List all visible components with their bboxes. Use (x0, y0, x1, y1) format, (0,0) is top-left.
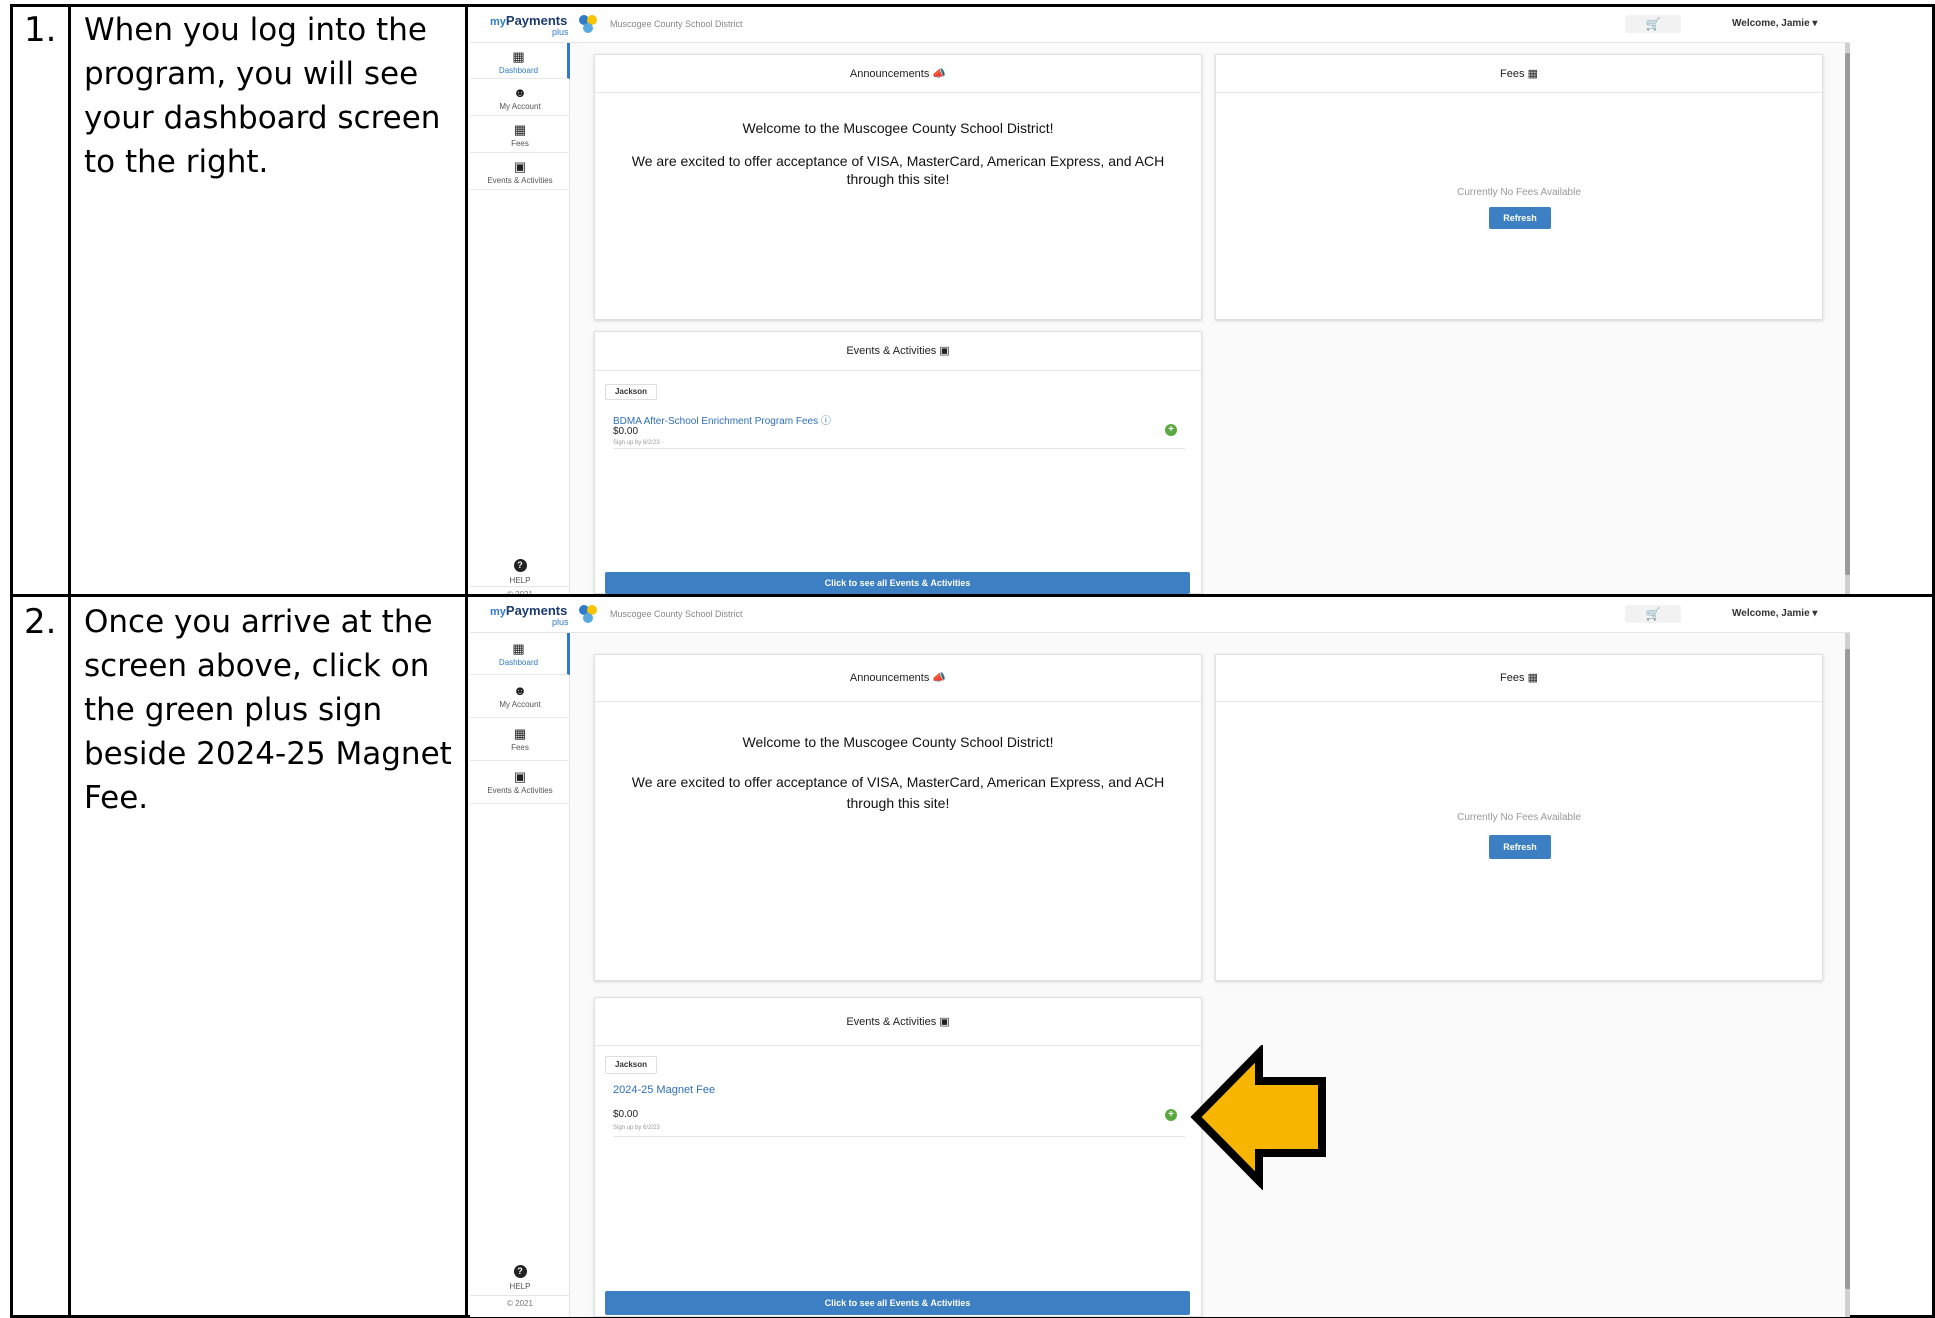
help-icon: ? (513, 559, 527, 572)
clipboard-icon: ▦ (513, 122, 527, 137)
announcements-header: Announcements 📣 (595, 55, 1201, 93)
step-2-number: 2. (24, 602, 57, 642)
step-2-text: Once you arrive at the screen above, cli… (84, 604, 452, 816)
top-bar: myPayments plus Muscogee County School Di… (470, 7, 1850, 43)
sidebar-item-events[interactable]: ▣ Events & Activities (470, 762, 570, 804)
fees-card: Fees ▦ Currently No Fees Available Refre… (1215, 654, 1823, 981)
see-all-events-button[interactable]: Click to see all Events & Activities (605, 572, 1190, 594)
announcement-welcome: Welcome to the Muscogee County School Di… (742, 120, 1054, 136)
event-price: $0.00 (613, 1109, 639, 1120)
event-signup-date: Sign up by 6/2/23 (613, 1125, 660, 1131)
announcements-card: Announcements 📣 Welcome to the Muscogee … (594, 654, 1202, 981)
user-icon: ☻ (513, 683, 527, 698)
cart-icon[interactable]: 🛒 (1625, 15, 1681, 33)
user-menu[interactable]: Welcome, Jamie ▾ (1732, 18, 1817, 29)
no-fees-message: Currently No Fees Available (1457, 812, 1581, 823)
user-icon: ☻ (513, 85, 527, 100)
district-name: Muscogee County School District (610, 609, 743, 619)
copyright: © 2021 (470, 1295, 570, 1308)
app-logo[interactable]: myPayments plus (490, 13, 569, 37)
ticket-icon: ▣ (513, 159, 527, 174)
fees-header: Fees ▦ (1216, 55, 1822, 93)
top-bar: myPayments plus Muscogee County School Di… (470, 597, 1850, 633)
dashboard-icon: ▦ (512, 49, 525, 64)
refresh-button[interactable]: Refresh (1489, 207, 1551, 229)
app-logo[interactable]: myPayments plus (490, 603, 569, 627)
student-tag[interactable]: Jackson (605, 384, 657, 400)
copyright: © 2021 (470, 586, 570, 594)
fees-header: Fees ▦ (1216, 655, 1822, 702)
clipboard-icon: ▦ (513, 726, 527, 741)
events-header: Events & Activities ▣ (595, 998, 1201, 1046)
megaphone-icon: 📣 (932, 68, 947, 80)
event-link[interactable]: 2024-25 Magnet Fee (613, 1084, 715, 1096)
sidebar-item-dashboard[interactable]: ▦ Dashboard (470, 633, 570, 675)
dashboard-screenshot-2: myPayments plus Muscogee County School Di… (470, 597, 1850, 1317)
events-card: Events & Activities ▣ Jackson 2024-25 Ma… (594, 997, 1202, 1317)
announcement-payment-info: We are excited to offer acceptance of VI… (631, 774, 1165, 811)
announcement-payment-info: We are excited to offer acceptance of VI… (631, 153, 1165, 187)
clipboard-icon: ▦ (1527, 68, 1538, 80)
sidebar-item-dashboard[interactable]: ▦ Dashboard (470, 43, 570, 79)
ticket-icon: ▣ (939, 345, 950, 357)
refresh-button[interactable]: Refresh (1489, 835, 1551, 859)
district-name: Muscogee County School District (610, 19, 743, 29)
sidebar-item-events[interactable]: ▣ Events & Activities (470, 154, 570, 190)
sidebar-item-fees[interactable]: ▦ Fees (470, 117, 570, 153)
event-price: $0.00 (613, 426, 639, 437)
event-divider (613, 1136, 1185, 1137)
student-tag[interactable]: Jackson (605, 1056, 657, 1074)
dashboard-screenshot-1: myPayments plus Muscogee County School Di… (470, 7, 1850, 594)
event-divider (613, 448, 1185, 449)
megaphone-icon: 📣 (932, 672, 947, 684)
announcements-header: Announcements 📣 (595, 655, 1201, 702)
add-event-button[interactable]: + (1165, 424, 1177, 436)
help-link[interactable]: ? HELP (470, 555, 570, 585)
announcement-welcome: Welcome to the Muscogee County School Di… (742, 734, 1054, 750)
dashboard-icon: ▦ (512, 641, 525, 656)
help-link[interactable]: ? HELP (470, 1261, 570, 1291)
sidebar-item-my-account[interactable]: ☻ My Account (470, 80, 570, 116)
pointer-arrow-icon (1190, 1045, 1326, 1190)
scrollbar-thumb[interactable] (1845, 53, 1850, 575)
cart-icon[interactable]: 🛒 (1625, 605, 1681, 623)
user-menu[interactable]: Welcome, Jamie ▾ (1732, 608, 1817, 619)
announcements-card: Announcements 📣 Welcome to the Muscogee … (594, 54, 1202, 320)
logo-mark-icon (579, 605, 597, 623)
add-event-button[interactable]: + (1165, 1109, 1177, 1121)
info-icon: ⓘ (820, 416, 831, 427)
scrollbar-thumb[interactable] (1845, 649, 1850, 1289)
help-icon: ? (513, 1265, 527, 1278)
event-signup-date: Sign up by 6/2/23 (613, 440, 660, 446)
clipboard-icon: ▦ (1527, 672, 1538, 684)
sidebar: ▦ Dashboard ☻ My Account ▦ Fees ▣ Events… (470, 43, 570, 594)
no-fees-message: Currently No Fees Available (1457, 187, 1581, 198)
events-card: Events & Activities ▣ Jackson BDMA After… (594, 331, 1202, 594)
column-divider-number (68, 4, 71, 1318)
sidebar: ▦ Dashboard ☻ My Account ▦ Fees ▣ Events… (470, 633, 570, 1317)
fees-card: Fees ▦ Currently No Fees Available Refre… (1215, 54, 1823, 320)
ticket-icon: ▣ (939, 1016, 950, 1028)
ticket-icon: ▣ (513, 769, 527, 784)
events-header: Events & Activities ▣ (595, 332, 1201, 371)
logo-mark-icon (579, 15, 597, 33)
step-1-number: 1. (24, 10, 57, 50)
sidebar-item-fees[interactable]: ▦ Fees (470, 719, 570, 761)
sidebar-item-my-account[interactable]: ☻ My Account (470, 676, 570, 718)
column-divider-screenshot (465, 4, 468, 1318)
event-link[interactable]: BDMA After-School Enrichment Program Fee… (613, 412, 831, 427)
step-1-text: When you log into the program, you will … (84, 12, 441, 180)
see-all-events-button[interactable]: Click to see all Events & Activities (605, 1291, 1190, 1315)
